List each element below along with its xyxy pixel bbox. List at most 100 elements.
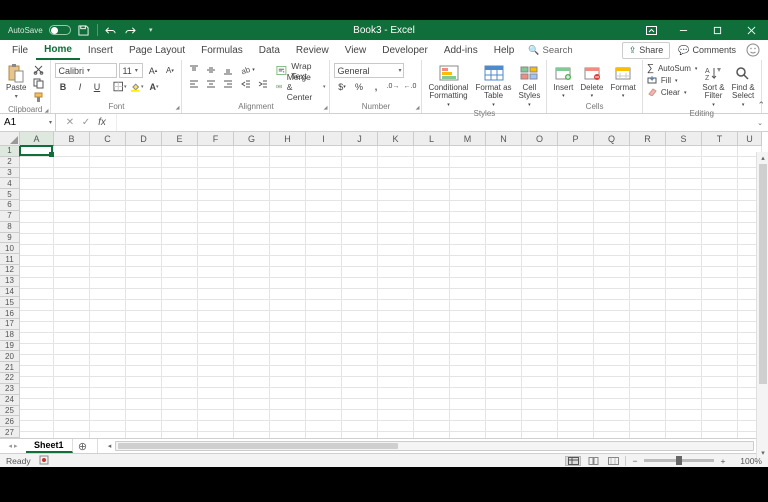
format-cells-button[interactable]: Format▾ <box>608 63 637 99</box>
row-header[interactable]: 25 <box>0 406 20 417</box>
row-header[interactable]: 20 <box>0 351 20 362</box>
conditional-formatting-button[interactable]: Conditional Formatting▾ <box>426 63 470 108</box>
row-header[interactable]: 23 <box>0 384 20 395</box>
clear-button[interactable]: Clear ▾ <box>647 87 698 98</box>
sheet-nav-next-button[interactable]: ▸ <box>14 442 18 450</box>
tab-add-ins[interactable]: Add-ins <box>436 40 486 60</box>
row-header[interactable]: 13 <box>0 276 20 287</box>
tab-insert[interactable]: Insert <box>80 40 121 60</box>
row-header[interactable]: 5 <box>0 189 20 200</box>
column-header[interactable]: C <box>90 132 126 146</box>
orientation-button[interactable]: ab▾ <box>238 63 256 76</box>
row-header[interactable]: 4 <box>0 178 20 189</box>
column-header[interactable]: J <box>342 132 378 146</box>
delete-cells-button[interactable]: Delete▾ <box>578 63 605 99</box>
row-header[interactable]: 19 <box>0 341 20 352</box>
font-name-combo[interactable]: Calibri▾ <box>55 63 117 78</box>
row-header[interactable]: 18 <box>0 330 20 341</box>
vscroll-up-button[interactable]: ▴ <box>757 152 768 163</box>
align-right-button[interactable] <box>220 77 235 90</box>
active-cell[interactable] <box>19 146 53 156</box>
underline-button[interactable]: U <box>89 80 104 93</box>
macro-record-icon[interactable] <box>39 455 49 467</box>
column-header[interactable]: I <box>306 132 342 146</box>
row-header[interactable]: 12 <box>0 265 20 276</box>
sheet-tab[interactable]: Sheet1 <box>26 439 73 453</box>
column-header[interactable]: A <box>20 132 54 146</box>
zoom-slider[interactable] <box>644 459 714 462</box>
column-header[interactable]: N <box>486 132 522 146</box>
save-icon[interactable] <box>77 23 91 37</box>
column-header[interactable]: E <box>162 132 198 146</box>
sheet-nav-prev-button[interactable]: ◂ <box>8 442 12 450</box>
find-select-button[interactable]: Find & Select▾ <box>730 63 757 108</box>
comma-format-button[interactable]: , <box>368 80 383 93</box>
percent-format-button[interactable]: % <box>351 80 366 93</box>
align-left-button[interactable] <box>186 77 201 90</box>
search-icon[interactable]: 🔍 <box>528 45 539 56</box>
bold-button[interactable]: B <box>55 80 70 93</box>
decrease-indent-button[interactable] <box>238 77 253 90</box>
increase-decimal-button[interactable]: .0→ <box>385 80 400 93</box>
cancel-formula-button[interactable]: ✕ <box>62 114 78 131</box>
font-size-combo[interactable]: 11▾ <box>119 63 143 78</box>
new-sheet-button[interactable]: ⊕ <box>73 440 93 453</box>
column-header[interactable]: G <box>234 132 270 146</box>
align-center-button[interactable] <box>203 77 218 90</box>
insert-function-button[interactable]: fx <box>94 114 110 131</box>
column-header[interactable]: K <box>378 132 414 146</box>
column-header[interactable]: S <box>666 132 702 146</box>
select-all-button[interactable] <box>0 132 20 146</box>
zoom-thumb[interactable] <box>676 456 682 465</box>
row-header[interactable]: 27 <box>0 427 20 438</box>
format-painter-button[interactable] <box>31 91 46 104</box>
normal-view-button[interactable] <box>565 456 581 466</box>
column-header[interactable]: T <box>702 132 738 146</box>
row-header[interactable]: 7 <box>0 211 20 222</box>
column-header[interactable]: L <box>414 132 450 146</box>
zoom-out-button[interactable]: − <box>630 456 640 466</box>
copy-button[interactable] <box>31 77 46 90</box>
tab-help[interactable]: Help <box>486 40 523 60</box>
italic-button[interactable]: I <box>72 80 87 93</box>
horizontal-scrollbar[interactable] <box>115 441 754 451</box>
tab-formulas[interactable]: Formulas <box>193 40 251 60</box>
decrease-font-button[interactable]: A▾ <box>162 64 177 77</box>
number-format-combo[interactable]: General▾ <box>334 63 404 78</box>
paste-button[interactable]: Paste ▾ <box>4 63 28 100</box>
column-header[interactable]: U <box>738 132 762 146</box>
row-header[interactable]: 15 <box>0 297 20 308</box>
column-header[interactable]: F <box>198 132 234 146</box>
row-header[interactable]: 9 <box>0 233 20 244</box>
column-header[interactable]: P <box>558 132 594 146</box>
feedback-icon[interactable] <box>744 41 762 59</box>
close-button[interactable] <box>734 20 768 40</box>
cells-area[interactable] <box>20 146 768 438</box>
row-header[interactable]: 10 <box>0 243 20 254</box>
align-top-button[interactable] <box>186 63 201 76</box>
cell-styles-button[interactable]: Cell Styles▾ <box>517 63 543 108</box>
name-box[interactable]: A1 ▾ <box>0 114 56 131</box>
insert-cells-button[interactable]: Insert▾ <box>551 63 575 99</box>
row-header[interactable]: 11 <box>0 254 20 265</box>
tab-review[interactable]: Review <box>288 40 337 60</box>
column-header[interactable]: O <box>522 132 558 146</box>
vscroll-down-button[interactable]: ▾ <box>757 447 768 458</box>
hscroll-left-button[interactable]: ◂ <box>105 442 115 450</box>
row-header[interactable]: 17 <box>0 319 20 330</box>
undo-icon[interactable] <box>104 23 118 37</box>
redo-icon[interactable] <box>124 23 138 37</box>
ribbon-display-options-icon[interactable] <box>636 20 666 40</box>
row-header[interactable]: 14 <box>0 287 20 298</box>
row-header[interactable]: 24 <box>0 395 20 406</box>
autosave-toggle[interactable] <box>49 25 71 35</box>
tab-page-layout[interactable]: Page Layout <box>121 40 193 60</box>
tab-home[interactable]: Home <box>36 40 80 60</box>
column-header[interactable]: D <box>126 132 162 146</box>
vscroll-thumb[interactable] <box>759 164 767 384</box>
increase-font-button[interactable]: A▴ <box>145 64 160 77</box>
font-color-button[interactable]: A ▾ <box>146 80 161 93</box>
row-header[interactable]: 22 <box>0 373 20 384</box>
align-bottom-button[interactable] <box>220 63 235 76</box>
column-header[interactable]: H <box>270 132 306 146</box>
